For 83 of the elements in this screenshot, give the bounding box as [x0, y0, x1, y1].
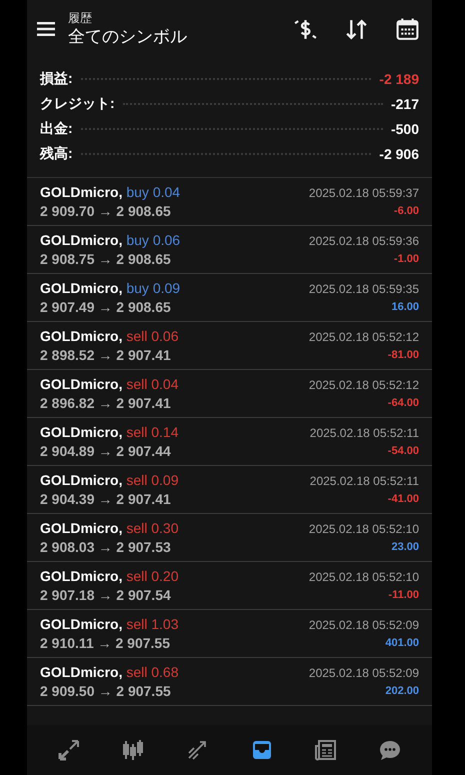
deal-row[interactable]: GOLDmicro, sell 0.68 2 909.50 → 2 907.55 2025.02.18 05:52:09 202.00	[27, 658, 432, 706]
deal-profit: -1.00	[394, 252, 419, 267]
deal-row[interactable]: GOLDmicro, sell 0.06 2 898.52 → 2 907.41 2025.02.18 05:52:12 -81.00	[27, 322, 432, 370]
deal-side: sell 0.30	[126, 520, 179, 536]
symbol-filter[interactable]: 全てのシンボル	[68, 26, 293, 47]
deal-time: 2025.02.18 05:52:11	[310, 473, 419, 490]
deal-prices: 2 907.49 → 2 908.65	[40, 298, 172, 316]
deal-time: 2025.02.18 05:59:37	[308, 185, 419, 202]
deal-prices: 2 904.89 → 2 907.44	[40, 442, 172, 460]
deal-profit: -54.00	[388, 444, 419, 459]
deal-row[interactable]: GOLDmicro, buy 0.04 2 909.70 → 2 908.65 2025.02.18 05:59:37 -6.00	[27, 178, 432, 226]
deal-row[interactable]: GOLDmicro, buy 0.09 2 907.49 → 2 908.65 2025.02.18 05:59:35 16.00	[27, 274, 432, 322]
deal-profit: -6.00	[394, 204, 419, 219]
deal-symbol: GOLDmicro,	[40, 664, 122, 680]
deal-time: 2025.02.18 05:52:09	[308, 617, 419, 634]
summary-value: -2 906	[379, 146, 419, 162]
screen-subtitle: 履歴	[68, 11, 93, 26]
summary-label: クレジット:	[40, 94, 115, 112]
deal-symbol: GOLDmicro,	[40, 616, 122, 632]
deal-side: sell 0.68	[126, 664, 179, 680]
deal-profit: -81.00	[388, 348, 419, 363]
deal-prices: 2 896.82 → 2 907.41	[40, 394, 172, 412]
deal-time: 2025.02.18 05:52:09	[308, 665, 419, 682]
deal-prices: 2 904.39 → 2 907.41	[40, 490, 172, 508]
deal-symbol: GOLDmicro,	[40, 232, 122, 248]
deal-side: sell 0.14	[126, 424, 179, 440]
deal-side: sell 0.04	[126, 376, 179, 392]
deal-symbol: GOLDmicro,	[40, 376, 122, 392]
deal-side: sell 0.20	[126, 568, 179, 584]
deal-time: 2025.02.18 05:52:10	[308, 569, 419, 586]
deal-row[interactable]: GOLDmicro, sell 1.03 2 910.11 → 2 907.55 2025.02.18 05:52:09 401.00	[27, 610, 432, 658]
summary-value: -500	[390, 120, 419, 136]
deal-profit: -64.00	[388, 396, 419, 411]
deal-time: 2025.02.18 05:59:35	[308, 281, 419, 298]
menu-icon[interactable]	[37, 22, 55, 36]
deal-symbol: GOLDmicro,	[40, 568, 122, 584]
deal-prices: 2 910.11 → 2 907.55	[40, 634, 171, 652]
deal-side: sell 1.03	[126, 616, 179, 632]
deal-time: 2025.02.18 05:52:11	[310, 425, 419, 442]
deal-row[interactable]: GOLDmicro, sell 0.04 2 896.82 → 2 907.41 2025.02.18 05:52:12 -64.00	[27, 370, 432, 418]
summary-label: 残高:	[40, 144, 73, 162]
deal-profit: -41.00	[388, 492, 419, 507]
deal-time: 2025.02.18 05:52:12	[308, 329, 419, 346]
deal-prices: 2 898.52 → 2 907.41	[40, 346, 172, 364]
deal-side: sell 0.06	[126, 328, 179, 344]
deal-side: buy 0.09	[126, 280, 180, 296]
deal-row[interactable]: GOLDmicro, sell 0.14 2 904.89 → 2 907.44 2025.02.18 05:52:11 -54.00	[27, 418, 432, 466]
summary-value: -2 189	[379, 70, 419, 86]
chat-bubble-icon[interactable]	[378, 738, 402, 762]
candlestick-icon[interactable]	[121, 738, 146, 762]
deal-profit: 16.00	[391, 300, 419, 315]
deal-symbol: GOLDmicro,	[40, 328, 122, 344]
deal-profit: 401.00	[385, 636, 419, 651]
deal-symbol: GOLDmicro,	[40, 280, 122, 296]
deal-side: sell 0.09	[126, 472, 179, 488]
deal-prices: 2 908.03 → 2 907.53	[40, 538, 172, 556]
deal-row[interactable]: GOLDmicro, buy 0.06 2 908.75 → 2 908.65 2025.02.18 05:59:36 -1.00	[27, 226, 432, 274]
deal-symbol: GOLDmicro,	[40, 520, 122, 536]
newspaper-icon[interactable]	[314, 738, 338, 762]
sort-icon[interactable]	[344, 16, 369, 42]
deal-row[interactable]: GOLDmicro, sell 0.30 2 908.03 → 2 907.53 2025.02.18 05:52:10 23.00	[27, 514, 432, 562]
deal-row[interactable]: GOLDmicro, sell 0.20 2 907.18 → 2 907.54 2025.02.18 05:52:10 -11.00	[27, 562, 432, 610]
calendar-icon[interactable]	[395, 16, 420, 42]
deal-symbol: GOLDmicro,	[40, 184, 122, 200]
deal-row[interactable]: GOLDmicro, sell 0.09 2 904.39 → 2 907.41 2025.02.18 05:52:11 -41.00	[27, 466, 432, 514]
deal-profit: 23.00	[391, 540, 419, 555]
deal-prices: 2 907.18 → 2 907.54	[40, 586, 172, 604]
deal-symbol: GOLDmicro,	[40, 472, 122, 488]
summary-label: 損益:	[40, 70, 73, 88]
deal-time: 2025.02.18 05:59:36	[308, 233, 419, 250]
trade-arrows-icon[interactable]	[57, 738, 82, 762]
deal-time: 2025.02.18 05:52:12	[308, 377, 419, 394]
deal-profit: 202.00	[385, 684, 419, 699]
summary-value: -217	[390, 96, 419, 112]
summary-label: 出金:	[40, 120, 73, 138]
deal-prices: 2 908.75 → 2 908.65	[40, 250, 172, 268]
deal-side: buy 0.06	[126, 232, 180, 248]
deal-prices: 2 909.70 → 2 908.65	[40, 202, 172, 220]
deal-side: buy 0.04	[126, 184, 180, 200]
deal-symbol: GOLDmicro,	[40, 424, 122, 440]
deal-time: 2025.02.18 05:52:10	[308, 521, 419, 538]
deal-prices: 2 909.50 → 2 907.55	[40, 682, 172, 700]
deal-profit: -11.00	[388, 588, 419, 603]
